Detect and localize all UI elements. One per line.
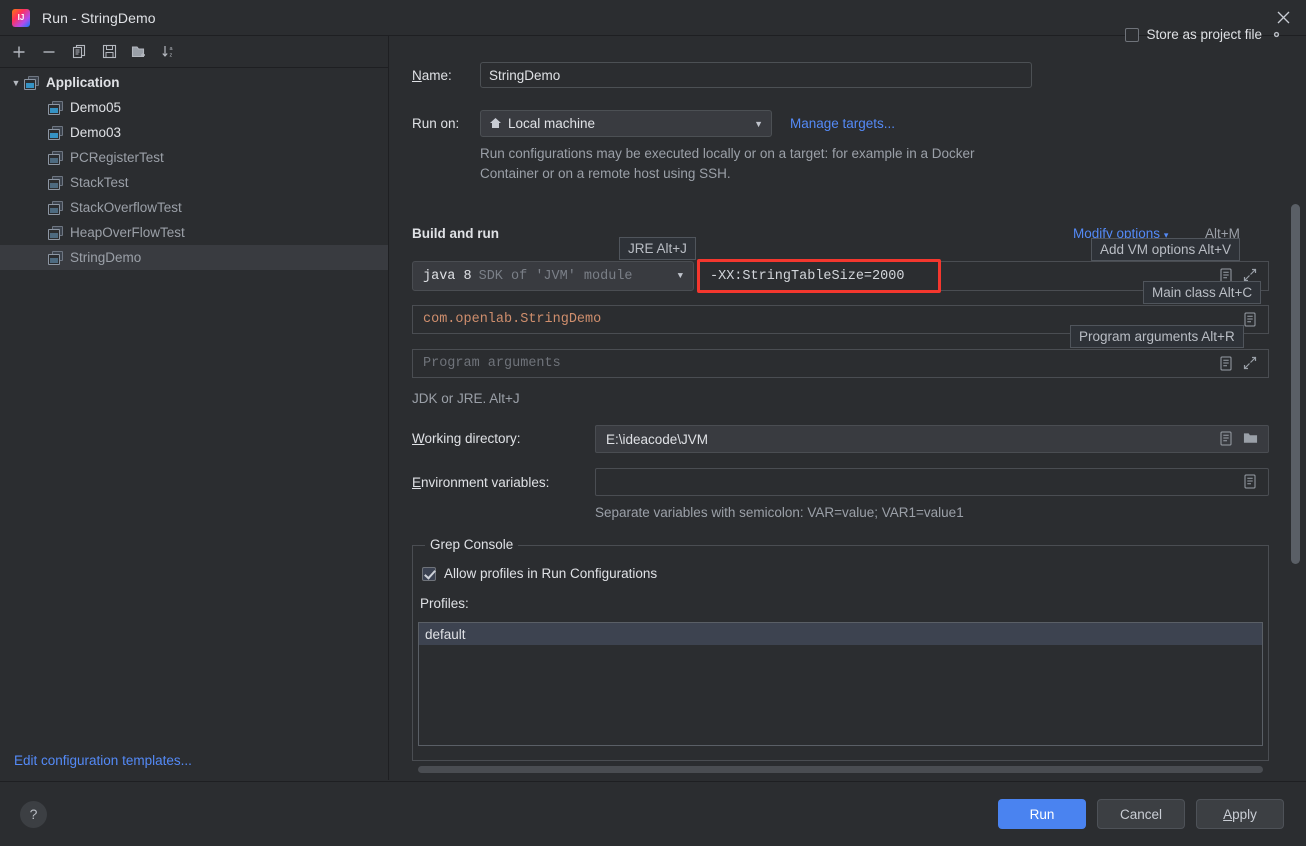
run-on-value: Local machine xyxy=(508,116,596,131)
cancel-button[interactable]: Cancel xyxy=(1097,799,1185,829)
tree-group-application[interactable]: ▼ Application xyxy=(0,70,388,95)
allow-profiles-checkbox[interactable] xyxy=(422,566,436,581)
sidebar-item-demo05[interactable]: Demo05 xyxy=(0,95,388,120)
program-arguments-placeholder: Program arguments xyxy=(423,356,561,371)
expand-icon[interactable] xyxy=(1243,356,1258,372)
svg-text:a: a xyxy=(170,46,174,52)
run-config-icon xyxy=(48,125,64,140)
jre-module: SDK of 'JVM' module xyxy=(478,268,633,284)
vertical-scrollbar[interactable] xyxy=(1291,204,1300,564)
apply-button[interactable]: Apply xyxy=(1196,799,1284,829)
tooltip-main-class: Main class Alt+C xyxy=(1143,281,1262,304)
name-row: Name: StringDemo xyxy=(412,62,1032,88)
run-on-hint: Run configurations may be executed local… xyxy=(480,146,975,181)
remove-configuration-button[interactable] xyxy=(36,40,62,64)
chevron-down-icon: ▼ xyxy=(677,271,683,281)
title-bar: IJ Run - StringDemo xyxy=(0,0,1306,36)
run-config-icon xyxy=(48,225,64,240)
allow-profiles-label: Allow profiles in Run Configurations xyxy=(444,566,658,581)
run-on-row: Run on: Local machine ▼ Manage targets..… xyxy=(412,110,895,137)
browse-class-icon[interactable] xyxy=(1243,312,1258,328)
environment-variables-label: Environment variables: xyxy=(412,475,550,490)
chevron-down-icon[interactable]: ▼ xyxy=(8,78,24,88)
horizontal-scrollbar[interactable] xyxy=(418,766,1263,773)
macro-icon[interactable] xyxy=(1243,474,1258,490)
allow-profiles-row: Allow profiles in Run Configurations xyxy=(422,566,657,581)
list-item[interactable]: default xyxy=(419,623,1262,645)
intellij-idea-icon: IJ xyxy=(12,8,30,27)
run-config-icon xyxy=(48,250,64,265)
tooltip-program-arguments: Program arguments Alt+R xyxy=(1070,325,1244,348)
sidebar-item-stackoverflowtest[interactable]: StackOverflowTest xyxy=(0,195,388,220)
list-item-label: StackTest xyxy=(70,175,129,190)
list-item-label: StringDemo xyxy=(70,250,142,265)
tooltip-add-vm-options: Add VM options Alt+V xyxy=(1091,238,1240,261)
environment-hint: Separate variables with semicolon: VAR=v… xyxy=(595,505,964,520)
apply-rest: pply xyxy=(1232,806,1257,822)
list-item-label: HeapOverFlowTest xyxy=(70,225,185,240)
profiles-list[interactable]: default xyxy=(418,622,1263,746)
jre-version: java 8 xyxy=(423,268,472,284)
name-input[interactable]: StringDemo xyxy=(480,62,1032,88)
add-configuration-button[interactable] xyxy=(6,40,32,64)
help-button[interactable]: ? xyxy=(20,800,47,828)
run-configuration-dialog: IJ Run - StringDemo a z ▼ Application De… xyxy=(0,0,1306,846)
working-directory-input[interactable]: E:\ideacode\JVM xyxy=(595,425,1269,453)
tooltip-jre: JRE Alt+J xyxy=(619,237,696,260)
sidebar-toolbar: a z xyxy=(0,36,388,68)
run-button[interactable]: Run xyxy=(998,799,1086,829)
dialog-footer: ? Run Cancel Apply xyxy=(0,781,1306,846)
list-item-label: Demo03 xyxy=(70,125,122,140)
sidebar-item-heapoverflowtest[interactable]: HeapOverFlowTest xyxy=(0,220,388,245)
gear-icon[interactable] xyxy=(1269,27,1284,42)
build-and-run-title: Build and run xyxy=(412,226,499,241)
window-title: Run - StringDemo xyxy=(42,9,156,26)
home-icon xyxy=(489,117,502,130)
macro-icon[interactable] xyxy=(1219,356,1234,372)
environment-variables-input[interactable] xyxy=(595,468,1269,496)
profiles-label: Profiles: xyxy=(420,596,469,611)
sidebar-item-demo03[interactable]: Demo03 xyxy=(0,120,388,145)
new-folder-button[interactable] xyxy=(126,40,152,64)
program-arguments-input[interactable]: Program arguments xyxy=(412,349,1269,378)
sidebar-item-stacktest[interactable]: StackTest xyxy=(0,170,388,195)
sidebar-item-stringdemo[interactable]: StringDemo xyxy=(0,245,388,270)
copy-configuration-button[interactable] xyxy=(66,40,92,64)
chevron-down-icon: ▼ xyxy=(754,118,763,129)
run-config-icon xyxy=(48,150,64,165)
run-config-icon xyxy=(48,175,64,190)
vm-options-value: -XX:StringTableSize=2000 xyxy=(710,268,905,284)
store-as-project-file-row: Store as project file xyxy=(1125,27,1284,42)
list-item-label: Demo05 xyxy=(70,100,122,115)
store-as-project-file-label: Store as project file xyxy=(1146,27,1262,42)
configurations-sidebar: a z ▼ Application Demo05 Demo03 PCRegist… xyxy=(0,36,389,780)
jdk-hint: JDK or JRE. Alt+J xyxy=(412,391,520,406)
grep-console-title: Grep Console xyxy=(425,537,519,552)
jre-combo[interactable]: java 8 SDK of 'JVM' module ▼ xyxy=(412,261,694,291)
configurations-tree: ▼ Application Demo05 Demo03 PCRegisterTe… xyxy=(0,68,388,270)
macro-icon[interactable] xyxy=(1219,431,1234,447)
main-class-value: com.openlab.StringDemo xyxy=(423,312,602,327)
edit-configuration-templates-link[interactable]: Edit configuration templates... xyxy=(14,753,192,768)
svg-text:z: z xyxy=(170,53,173,59)
sort-alphabetically-icon[interactable]: a z xyxy=(156,40,182,64)
name-label: Name: xyxy=(412,67,452,83)
folder-browse-icon[interactable] xyxy=(1243,431,1258,447)
working-directory-label: Working directory: xyxy=(412,431,521,446)
sidebar-item-pcregistertest[interactable]: PCRegisterTest xyxy=(0,145,388,170)
application-group-icon xyxy=(24,75,40,90)
store-as-project-file-checkbox[interactable] xyxy=(1125,27,1140,42)
run-on-label: Run on: xyxy=(412,116,460,131)
working-directory-value: E:\ideacode\JVM xyxy=(606,431,709,447)
tree-group-label: Application xyxy=(46,75,120,90)
list-item-label: PCRegisterTest xyxy=(70,150,164,165)
run-on-target-combo[interactable]: Local machine ▼ xyxy=(480,110,772,137)
dialog-buttons: Run Cancel Apply xyxy=(998,799,1284,829)
list-item-label: StackOverflowTest xyxy=(70,200,182,215)
run-config-icon xyxy=(48,200,64,215)
manage-targets-link[interactable]: Manage targets... xyxy=(790,116,895,131)
save-configuration-button[interactable] xyxy=(96,40,122,64)
run-config-icon xyxy=(48,100,64,115)
